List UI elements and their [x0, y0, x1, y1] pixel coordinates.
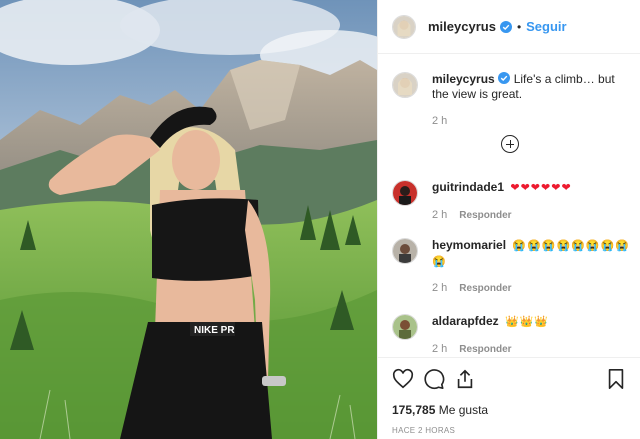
separator-dot: •: [516, 19, 522, 34]
commenter-avatar[interactable]: [392, 314, 418, 340]
post-photo[interactable]: NIKE PR: [0, 0, 377, 439]
commenter-avatar[interactable]: [392, 180, 418, 206]
reply-button[interactable]: Responder: [459, 210, 511, 221]
author-username[interactable]: mileycyrus: [428, 19, 496, 34]
comment-text: ❤❤❤❤❤❤: [510, 182, 572, 194]
reply-button[interactable]: Responder: [459, 283, 511, 294]
photo-illustration: NIKE PR: [0, 0, 377, 439]
bookmark-icon[interactable]: [605, 368, 627, 390]
comments-list: mileycyrus Life's a climb… but the view i…: [378, 55, 640, 365]
comment-time[interactable]: 2 h: [432, 343, 447, 355]
caption-time[interactable]: 2 h: [432, 115, 447, 127]
verified-badge-icon: [497, 72, 510, 84]
caption-avatar[interactable]: [392, 72, 418, 98]
svg-text:NIKE PR: NIKE PR: [194, 325, 235, 336]
comment-item: heymomariel 😭😭😭😭😭😭😭😭😭 2 h Responder: [392, 238, 632, 294]
share-icon[interactable]: [454, 368, 476, 390]
caption-username[interactable]: mileycyrus: [432, 72, 495, 86]
post-header: mileycyrus • Seguir: [378, 0, 640, 54]
comment-icon[interactable]: [423, 368, 445, 390]
post-timestamp[interactable]: HACE 2 HORAS: [392, 426, 627, 435]
caption: mileycyrus Life's a climb… but the view i…: [392, 72, 627, 127]
load-more-icon[interactable]: [501, 135, 519, 153]
comment-text: 👑👑👑: [505, 316, 550, 328]
heart-icon[interactable]: [392, 368, 414, 390]
comment-username[interactable]: guitrindade1: [432, 180, 504, 194]
comment-time[interactable]: 2 h: [432, 209, 447, 221]
comment-time[interactable]: 2 h: [432, 282, 447, 294]
comment-item: aldarapfdez 👑👑👑 2 h Responder: [392, 314, 632, 355]
comment-username[interactable]: heymomariel: [432, 238, 506, 252]
comment-username[interactable]: aldarapfdez: [432, 314, 499, 328]
reply-button[interactable]: Responder: [459, 344, 511, 355]
verified-badge-icon: [499, 20, 512, 33]
commenter-avatar[interactable]: [392, 238, 418, 264]
post-actions: 175,785 Me gusta HACE 2 HORAS: [378, 357, 640, 439]
post-side-panel: mileycyrus • Seguir mileycyrus Life's a c…: [377, 0, 640, 439]
follow-button[interactable]: Seguir: [526, 19, 566, 34]
likes-count[interactable]: 175,785 Me gusta: [392, 403, 627, 417]
author-avatar[interactable]: [392, 14, 416, 39]
comment-item: guitrindade1 ❤❤❤❤❤❤ 2 h Responder: [392, 180, 632, 221]
